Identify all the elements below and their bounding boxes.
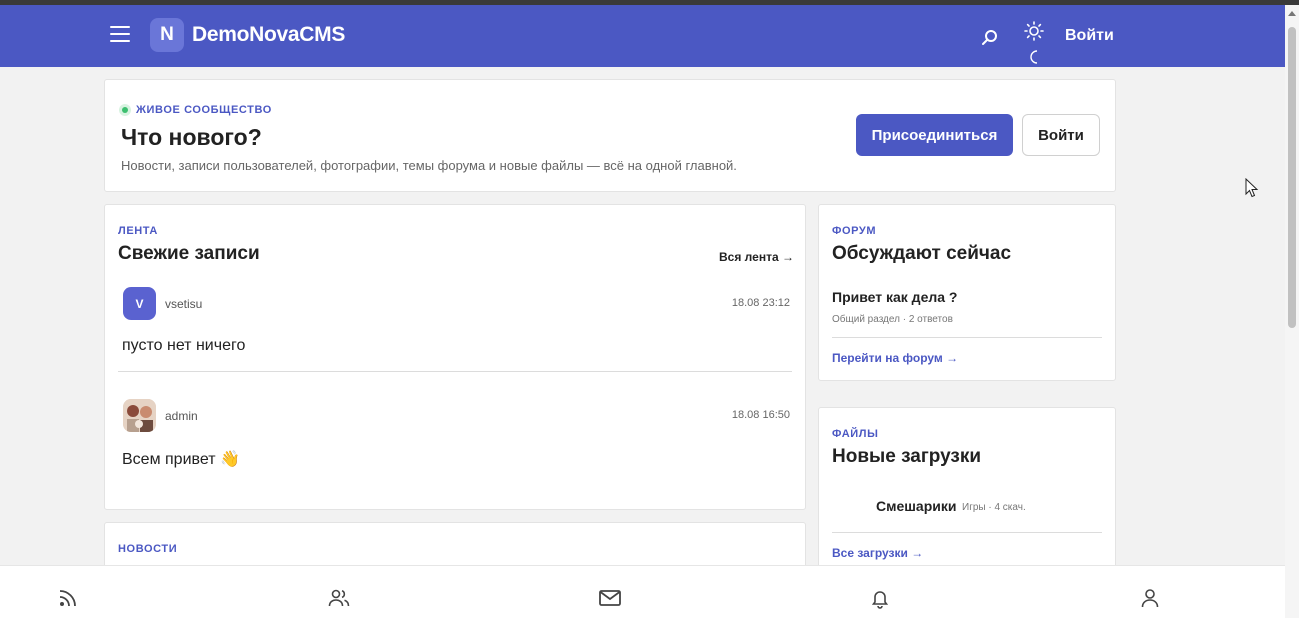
moon-icon: [1030, 50, 1038, 64]
forum-link[interactable]: Перейти на форум →: [832, 351, 958, 365]
forum-section-title: Обсуждают сейчас: [832, 243, 1012, 264]
feed-section-label: ЛЕНТА: [118, 225, 158, 237]
forum-divider: [832, 337, 1102, 338]
forum-section-label: ФОРУМ: [832, 225, 877, 237]
post-divider: [118, 371, 792, 372]
forum-topic-title[interactable]: Привет как дела ?: [832, 289, 957, 305]
scroll-thumb[interactable]: [1288, 27, 1296, 328]
feed-post[interactable]: V vsetisu 18.08 23:12 пусто нет ничего: [118, 287, 792, 377]
sun-icon: [1024, 21, 1044, 41]
feed-section-title: Свежие записи: [118, 243, 260, 264]
menu-icon[interactable]: [110, 26, 130, 46]
site-logo[interactable]: N: [150, 18, 184, 52]
avatar[interactable]: V: [123, 287, 156, 320]
scroll-up-arrow[interactable]: [1288, 11, 1296, 16]
page-subtitle: Новости, записи пользователей, фотографи…: [121, 158, 737, 173]
site-header: N DemoNovaCMS Войти: [0, 5, 1285, 67]
live-dot-icon: [119, 104, 131, 116]
post-author[interactable]: vsetisu: [165, 297, 202, 311]
search-icon[interactable]: [980, 29, 998, 47]
mail-icon[interactable]: [598, 586, 622, 610]
post-time: 18.08 23:12: [731, 297, 790, 309]
join-button[interactable]: Присоединиться: [856, 114, 1013, 156]
avatar[interactable]: [123, 399, 156, 432]
file-name[interactable]: Смешарики: [876, 498, 956, 514]
forum-card: ФОРУМ Обсуждают сейчас Привет как дела ?…: [818, 204, 1116, 381]
profile-icon[interactable]: [1138, 586, 1162, 610]
page-title: Что нового?: [121, 124, 262, 150]
hero-card: ЖИВОЕ СООБЩЕСТВО Что нового? Новости, за…: [104, 79, 1116, 192]
live-badge-text: ЖИВОЕ СООБЩЕСТВО: [136, 104, 272, 116]
site-brand[interactable]: DemoNovaCMS: [192, 23, 345, 47]
login-button[interactable]: Войти: [1022, 114, 1100, 156]
post-text: пусто нет ничего: [122, 337, 246, 354]
files-divider: [832, 532, 1102, 533]
post-author[interactable]: admin: [165, 409, 198, 423]
admin-avatar-image: [123, 399, 156, 432]
mouse-cursor-icon: [1245, 178, 1259, 198]
bell-icon[interactable]: [868, 586, 892, 610]
feed-post[interactable]: admin 18.08 16:50 Всем привет 👋: [118, 399, 792, 489]
files-section-title: Новые загрузки: [832, 446, 982, 467]
files-card: ФАЙЛЫ Новые загрузки Смешарики Игры · 4 …: [818, 407, 1116, 587]
feed-card: ЛЕНТА Свежие записи Вся лента → V vsetis…: [104, 204, 806, 510]
feed-icon[interactable]: [56, 586, 80, 610]
header-login-link[interactable]: Войти: [1065, 27, 1114, 45]
files-section-label: ФАЙЛЫ: [832, 428, 879, 440]
users-icon[interactable]: [327, 586, 351, 610]
news-section-label: НОВОСТИ: [118, 543, 178, 555]
bottom-navigation: [0, 565, 1285, 618]
file-meta: Игры · 4 скач.: [962, 502, 1026, 513]
all-files-link[interactable]: Все загрузки →: [832, 546, 923, 560]
post-text: Всем привет 👋: [122, 451, 240, 468]
page-scrollbar[interactable]: [1285, 5, 1299, 618]
theme-toggle[interactable]: [1024, 21, 1046, 65]
forum-topic-meta: Общий раздел · 2 ответов: [832, 314, 953, 325]
live-badge: ЖИВОЕ СООБЩЕСТВО: [119, 104, 272, 116]
all-feed-link[interactable]: Вся лента →: [719, 250, 794, 264]
post-time: 18.08 16:50: [731, 409, 790, 421]
